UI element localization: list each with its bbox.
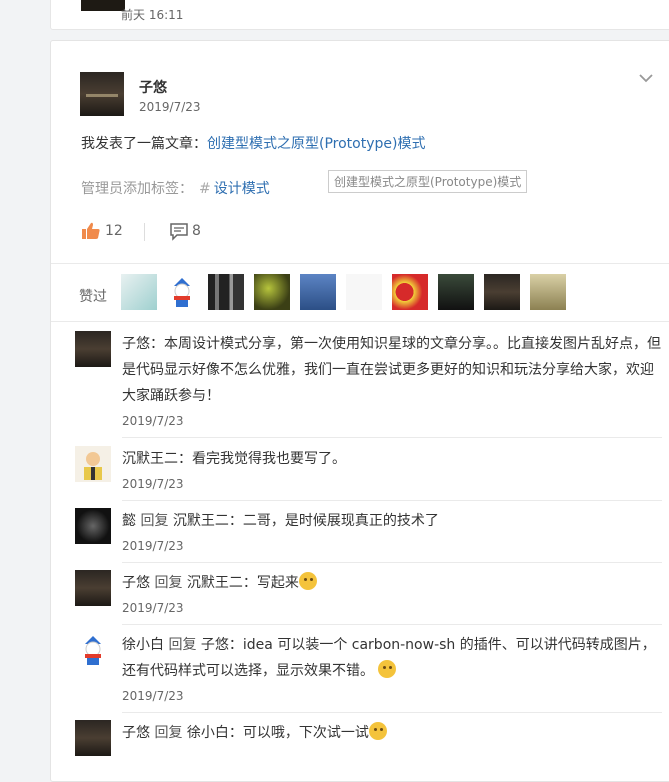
thumbs-up-icon[interactable] [81,221,101,241]
comment-divider [122,500,662,501]
liker-avatar[interactable] [346,274,382,310]
hash-icon: # [199,181,211,197]
post-text: 我发表了一篇文章：创建型模式之原型(Prototype)模式 [81,133,425,153]
comment-date: 2019/7/23 [122,414,184,428]
reply-to[interactable]: 沉默王二 [187,575,243,591]
comment-content: 看完我觉得我也要写了。 [192,451,346,467]
comment-author[interactable]: 徐小白 [122,637,164,653]
divider-actions [51,263,669,264]
comment-avatar[interactable] [75,632,111,668]
comment-avatar[interactable] [75,570,111,606]
comment-divider [122,712,662,713]
author-name[interactable]: 子悠 [139,77,167,97]
action-separator [144,223,145,241]
laughing-emoji-icon [378,660,397,678]
comment-author[interactable]: 子悠 [122,575,150,591]
tag-design-pattern[interactable]: # 设计模式 [199,178,270,198]
comment-icon[interactable] [169,221,189,241]
article-link[interactable]: 创建型模式之原型(Prototype)模式 [207,136,425,152]
thinking-emoji-icon [368,722,387,740]
liker-avatar[interactable] [208,274,244,310]
reply-to[interactable]: 徐小白 [187,725,229,741]
liker-avatar[interactable] [530,274,566,310]
liker-avatar[interactable] [484,274,520,310]
previous-post-card: 前天 16:11 [50,0,669,30]
post-text-prefix: 我发表了一篇文章： [81,136,207,152]
comment-divider [122,562,662,563]
comment-date: 2019/7/23 [122,477,184,491]
like-count: 12 [105,223,123,239]
chevron-down-icon[interactable] [637,69,655,87]
comment-count: 8 [192,223,201,239]
tag-text: 设计模式 [213,181,270,197]
reply-to[interactable]: 子悠 [201,637,229,653]
comment-content: 写起来 [256,575,299,591]
comment-date: 2019/7/23 [122,689,184,703]
divider-likes [51,321,669,322]
liker-avatar[interactable] [254,274,290,310]
comment-author[interactable]: 沉默王二 [122,451,178,467]
comment-text: 子悠 回复 沉默王二：写起来 [122,570,662,596]
comment-content: 可以哦，下次试一试 [242,725,369,741]
link-tooltip: 创建型模式之原型(Prototype)模式 [328,170,528,193]
previous-post-avatar [81,0,125,11]
post-card: 子悠 2019/7/23 我发表了一篇文章：创建型模式之原型(Prototype… [50,40,669,782]
comment-author[interactable]: 子悠 [122,725,150,741]
comment-text: 懿 回复 沉默王二：二哥，是时候展现真正的技术了 [122,513,439,529]
comment-content: 本周设计模式分享，第一次使用知识星球的文章分享。。比直接发图片乱好点，但是代码显… [122,336,661,404]
comment-author[interactable]: 子悠 [122,336,150,352]
comment-divider [122,437,662,438]
liker-avatar[interactable] [164,274,200,310]
previous-post-time: 前天 16:11 [121,8,184,22]
comment-author[interactable]: 懿 [122,513,136,529]
comment-content: 二哥，是时候展现真正的技术了 [242,513,439,529]
comment-date: 2019/7/23 [122,539,184,553]
comment-avatar[interactable] [75,508,111,544]
post-date: 2019/7/23 [139,100,201,114]
likes-label: 赞过 [79,289,107,305]
liker-avatar[interactable] [392,274,428,310]
liker-avatar[interactable] [300,274,336,310]
liker-avatar[interactable] [438,274,474,310]
liker-avatar[interactable] [121,274,157,310]
smile-emoji-icon [298,572,317,590]
comment-date: 2019/7/23 [122,601,184,615]
comment-text: 子悠：本周设计模式分享，第一次使用知识星球的文章分享。。比直接发图片乱好点，但是… [122,336,661,404]
comment-text: 子悠 回复 徐小白：可以哦，下次试一试 [122,720,662,746]
comment-text: 沉默王二：看完我觉得我也要写了。 [122,451,346,467]
comment-divider [122,624,662,625]
reply-to[interactable]: 沉默王二 [173,513,229,529]
tag-label: 管理员添加标签： [81,181,193,197]
comment-text: 徐小白 回复 子悠：idea 可以装一个 carbon-now-sh 的插件、可… [122,637,656,679]
author-avatar[interactable] [80,72,124,116]
comment-avatar[interactable] [75,446,111,482]
comment-avatar[interactable] [75,331,111,367]
